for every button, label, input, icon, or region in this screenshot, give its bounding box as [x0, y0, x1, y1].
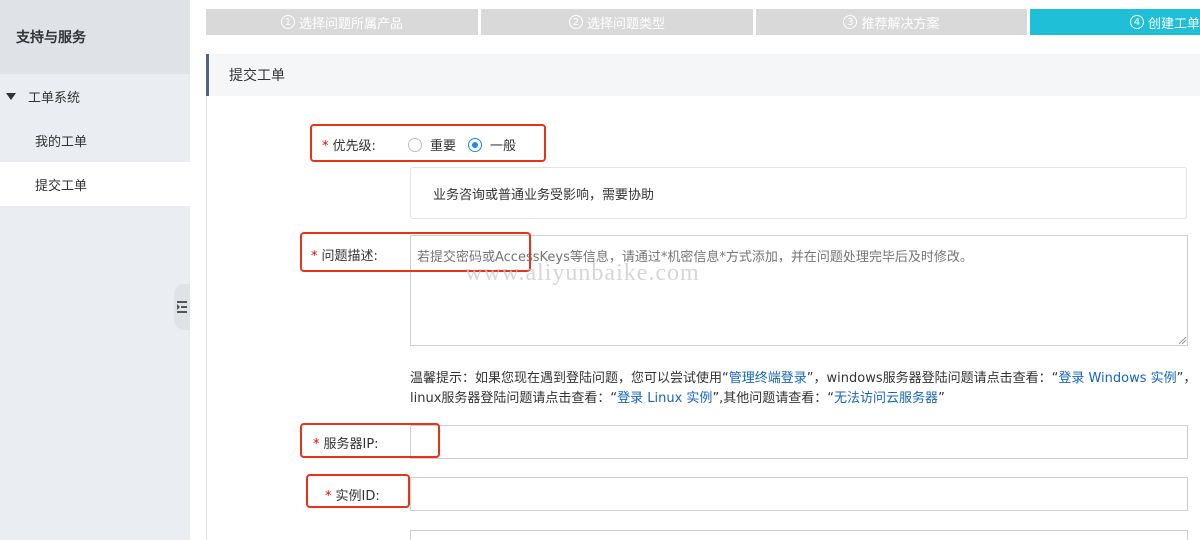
tip-text: 温馨提示：如果您现在遇到登陆问题，您可以尝试使用“ — [410, 371, 729, 386]
link-linux-login[interactable]: 登录 Linux 实例 — [617, 391, 712, 406]
server-ip-input[interactable] — [410, 425, 1188, 459]
sidebar-title: 支持与服务 — [0, 0, 190, 74]
step-progress: 1 选择问题所属产品 2 选择问题类型 3 推荐解决方案 4 创建工单 — [206, 9, 1200, 35]
priority-highlight-box — [310, 124, 546, 162]
step-label: 选择问题所属产品 — [298, 16, 403, 32]
next-field-input[interactable] — [410, 530, 1188, 540]
caret-down-icon — [6, 92, 16, 100]
step-number: 1 — [280, 15, 295, 29]
step-label: 选择问题类型 — [586, 16, 665, 32]
step-1: 1 选择问题所属产品 — [206, 9, 478, 35]
step-label: 创建工单 — [1147, 16, 1200, 32]
step-3: 3 推荐解决方案 — [756, 9, 1027, 35]
link-cannot-access-server[interactable]: 无法访问云服务器 — [834, 391, 938, 406]
tip-text: ” — [938, 391, 945, 406]
tip-text: ”， — [1176, 371, 1197, 386]
sidebar-item-submit-ticket[interactable]: 提交工单 — [0, 162, 190, 206]
step-number: 3 — [843, 15, 858, 29]
server-ip-highlight-box — [300, 423, 440, 458]
step-label: 推荐解决方案 — [861, 16, 940, 32]
login-tip: 温馨提示：如果您现在遇到登陆问题，您可以尝试使用“管理终端登录”，windows… — [410, 369, 1200, 409]
tip-text: linux服务器登陆问题请点击查看：“ — [410, 391, 618, 406]
link-management-terminal[interactable]: 管理终端登录 — [729, 371, 807, 386]
collapse-icon — [177, 301, 187, 313]
sidebar-collapse-toggle[interactable] — [174, 284, 190, 330]
priority-description: 业务咨询或普通业务受影响，需要协助 — [410, 167, 1187, 219]
watermark: www.aliyunbaike.com — [465, 260, 700, 286]
sidebar-group-label: 工单系统 — [28, 90, 81, 106]
step-number: 4 — [1130, 15, 1144, 29]
instance-id-input[interactable] — [410, 477, 1188, 511]
panel-divider — [206, 96, 207, 540]
sidebar-group-ticket-system[interactable]: 工单系统 — [0, 74, 190, 118]
resize-handle-icon[interactable] — [1178, 336, 1187, 345]
link-windows-login[interactable]: 登录 Windows 实例 — [1058, 371, 1176, 386]
instance-id-highlight-box — [306, 474, 410, 508]
sidebar-item-my-tickets[interactable]: 我的工单 — [0, 118, 190, 162]
step-4: 4 创建工单 — [1030, 9, 1200, 35]
tip-text: ”，windows服务器登陆问题请点击查看：“ — [806, 371, 1059, 386]
step-2: 2 选择问题类型 — [481, 9, 753, 35]
tip-text: ”,其他问题请查看：“ — [712, 391, 835, 406]
panel-title: 提交工单 — [206, 54, 1200, 96]
step-number: 2 — [568, 15, 583, 29]
sidebar: 支持与服务 工单系统 我的工单 提交工单 — [0, 0, 190, 540]
